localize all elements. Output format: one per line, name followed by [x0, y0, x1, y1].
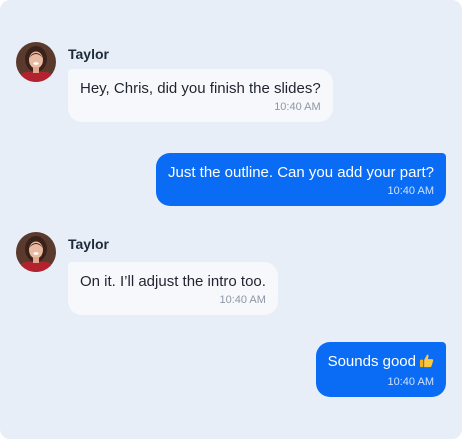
message-timestamp: 10:40 AM: [387, 185, 434, 197]
message-text: Just the outline. Can you add your part?: [167, 164, 434, 181]
avatar-taylor[interactable]: [16, 232, 56, 272]
sender-name: Taylor: [68, 236, 109, 252]
message-timestamp: 10:40 AM: [219, 294, 266, 306]
message-text: Hey, Chris, did you finish the slides?: [80, 80, 321, 97]
message-bubble-outgoing[interactable]: Just the outline. Can you add your part?…: [155, 153, 446, 206]
message-timestamp: 10:40 AM: [274, 101, 321, 113]
thumbs-up-emoji-icon: [419, 353, 434, 373]
message-text: Sounds good: [327, 353, 416, 370]
avatar-taylor[interactable]: [16, 42, 56, 82]
message-bubble-incoming[interactable]: On it. I’ll adjust the intro too. 10:40 …: [68, 262, 278, 315]
sender-name: Taylor: [68, 46, 109, 62]
message-bubble-incoming[interactable]: Hey, Chris, did you finish the slides? 1…: [68, 69, 333, 122]
message-text-row: Sounds good: [328, 352, 434, 373]
message-bubble-outgoing[interactable]: Sounds good 10:40 AM: [315, 342, 446, 397]
message-text: On it. I’ll adjust the intro too.: [80, 273, 266, 290]
chat-panel: Taylor Hey, Chris, did you finish the sl…: [0, 0, 462, 439]
message-timestamp: 10:40 AM: [387, 376, 434, 388]
